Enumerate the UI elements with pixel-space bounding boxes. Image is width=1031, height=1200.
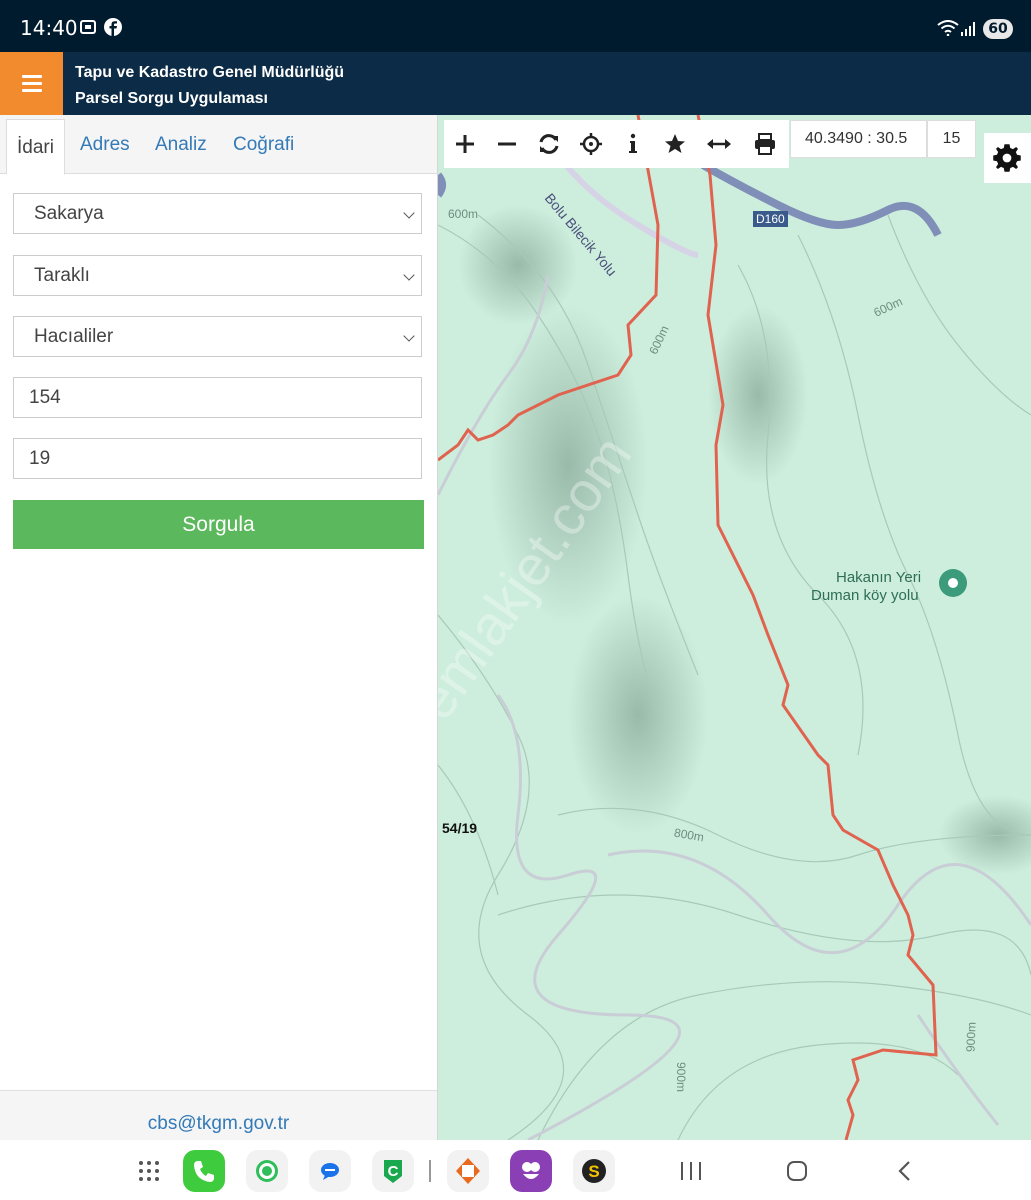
place-label-line1: Hakanın Yeri — [836, 569, 922, 586]
caller-app-icon[interactable]: C — [372, 1150, 414, 1192]
print-icon — [755, 133, 775, 155]
measure-icon — [707, 139, 731, 149]
chevron-down-icon — [403, 269, 415, 281]
refresh-icon — [539, 134, 559, 154]
hamburger-icon-line — [22, 89, 42, 92]
hamburger-icon-line — [22, 82, 42, 85]
home-button[interactable] — [786, 1160, 808, 1182]
battery-icon: 60 — [983, 19, 1013, 39]
info-icon — [629, 133, 637, 153]
zoom-in-icon — [456, 135, 474, 153]
zoom-out-icon — [498, 142, 516, 146]
block-number-input[interactable] — [14, 378, 421, 417]
neighborhood-select[interactable]: Hacıaliler — [13, 316, 422, 357]
contact-email-link[interactable]: cbs@tkgm.gov.tr — [0, 1113, 437, 1135]
app-header: Tapu ve Kadastro Genel Müdürlüğü Parsel … — [0, 52, 1031, 115]
map-view[interactable]: Bolu Bilecik Yolu D160 600m 600m 600m 80… — [438, 115, 1031, 1140]
apps-grid-icon[interactable] — [138, 1160, 160, 1182]
home-icon — [787, 1161, 807, 1181]
measure-button[interactable] — [697, 120, 739, 168]
province-select[interactable]: Sakarya — [13, 193, 422, 234]
whatsapp-icon[interactable] — [246, 1150, 288, 1192]
contour-label-900: 900m — [963, 1021, 979, 1053]
wifi-icon — [937, 20, 959, 38]
phone-icon[interactable] — [183, 1150, 225, 1192]
locate-button[interactable] — [570, 120, 612, 168]
query-button[interactable]: Sorgula — [13, 500, 424, 549]
parcel-label: 54/19 — [442, 820, 478, 836]
road-code-label: D160 — [753, 211, 788, 227]
svg-text:C: C — [388, 1163, 399, 1180]
edevlet-app-icon[interactable] — [447, 1150, 489, 1192]
facebook-icon — [104, 18, 124, 36]
status-time: 14:40 — [20, 16, 78, 40]
coordinate-readout: 40.3490 : 30.5 — [790, 120, 927, 158]
settings-button[interactable] — [984, 133, 1031, 183]
tab-analiz[interactable]: Analiz — [155, 134, 207, 156]
svg-text:S: S — [588, 1162, 599, 1181]
tab-idari[interactable]: İdari — [6, 119, 65, 175]
contour-label-900: 900m — [674, 1061, 689, 1093]
place-label-line2: Duman köy yolu — [811, 587, 919, 604]
district-select-value: Taraklı — [34, 265, 90, 286]
parcel-field-wrap — [13, 438, 422, 479]
chevron-down-icon — [403, 330, 415, 342]
signal-icon — [960, 22, 980, 40]
back-icon — [898, 1161, 910, 1181]
zoom-level-readout: 15 — [927, 120, 976, 158]
panel-footer: cbs@tkgm.gov.tr — [0, 1090, 437, 1141]
menu-button[interactable] — [0, 52, 63, 115]
nav-divider — [429, 1160, 431, 1182]
map-toolbar — [444, 120, 789, 168]
hamburger-icon — [22, 75, 42, 78]
locate-icon — [580, 133, 602, 155]
refresh-button[interactable] — [528, 120, 570, 168]
hill-shade — [708, 305, 808, 485]
messages-icon[interactable] — [309, 1150, 351, 1192]
tab-adres[interactable]: Adres — [80, 134, 130, 156]
info-button[interactable] — [612, 120, 654, 168]
parcel-number-input[interactable] — [14, 439, 421, 478]
status-bar: 14:40 60 — [0, 0, 1031, 52]
contour-label-600: 600m — [448, 207, 479, 221]
favorite-star-icon — [665, 134, 685, 153]
back-button[interactable] — [895, 1160, 915, 1182]
recent-apps-button[interactable] — [678, 1160, 704, 1182]
recent-apps-icon — [681, 1162, 701, 1180]
query-panel: İdari Adres Analiz Coğrafi Sakarya Tarak… — [0, 115, 438, 1141]
screenshot-icon — [78, 18, 98, 36]
block-field-wrap — [13, 377, 422, 418]
neighborhood-select-value: Hacıaliler — [34, 326, 114, 347]
print-button[interactable] — [744, 120, 786, 168]
app-title: Tapu ve Kadastro Genel Müdürlüğü — [75, 64, 345, 81]
hill-shade — [568, 595, 708, 835]
gear-icon — [993, 144, 1021, 172]
zoom-in-button[interactable] — [444, 120, 486, 168]
flower-app-icon[interactable] — [510, 1150, 552, 1192]
district-select[interactable]: Taraklı — [13, 255, 422, 296]
app-subtitle: Parsel Sorgu Uygulaması — [75, 90, 268, 107]
zoom-out-button[interactable] — [486, 120, 528, 168]
province-select-value: Sakarya — [34, 203, 104, 224]
s-app-icon[interactable]: S — [573, 1150, 615, 1192]
chevron-down-icon — [403, 207, 415, 219]
system-nav-bar: C S — [0, 1140, 1031, 1200]
tab-cografi[interactable]: Coğrafi — [233, 134, 294, 156]
tab-bar: İdari Adres Analiz Coğrafi — [0, 115, 437, 175]
river — [438, 172, 446, 198]
favorite-button[interactable] — [654, 120, 696, 168]
